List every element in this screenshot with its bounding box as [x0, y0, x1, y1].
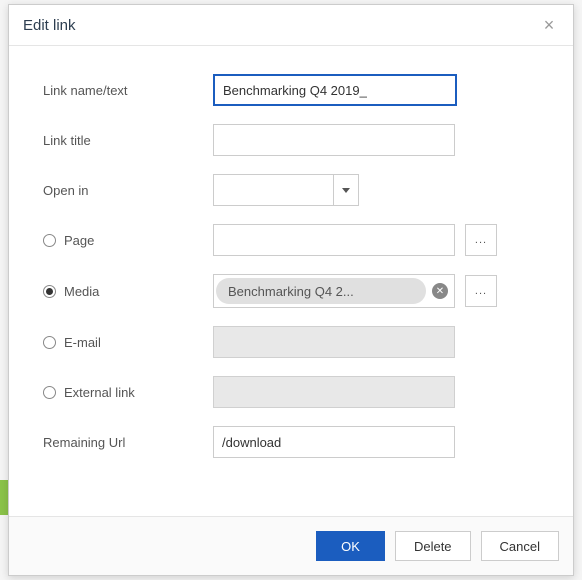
media-input[interactable]: Benchmarking Q4 2... ✕ [213, 274, 455, 308]
open-in-input[interactable] [213, 174, 333, 206]
link-name-input[interactable] [213, 74, 457, 106]
open-in-dropdown[interactable] [213, 174, 359, 206]
radio-media[interactable] [43, 285, 56, 298]
row-email: E-mail [43, 326, 539, 358]
label-link-title: Link title [43, 133, 213, 148]
clear-media-button[interactable]: ✕ [432, 283, 448, 299]
close-button[interactable]: × [539, 15, 559, 35]
ok-button[interactable]: OK [316, 531, 385, 561]
row-open-in: Open in [43, 174, 539, 206]
label-page: Page [64, 233, 94, 248]
dialog-header: Edit link × [9, 5, 573, 46]
chevron-down-icon [342, 188, 350, 193]
radio-email[interactable] [43, 336, 56, 349]
row-page: Page ... [43, 224, 539, 256]
row-external: External link [43, 376, 539, 408]
delete-button[interactable]: Delete [395, 531, 471, 561]
browse-media-button[interactable]: ... [465, 275, 497, 307]
label-media: Media [64, 284, 99, 299]
email-input [213, 326, 455, 358]
open-in-toggle[interactable] [333, 174, 359, 206]
external-input [213, 376, 455, 408]
row-remaining-url: Remaining Url [43, 426, 539, 458]
row-media: Media Benchmarking Q4 2... ✕ ... [43, 274, 539, 308]
row-link-title: Link title [43, 124, 539, 156]
radio-external[interactable] [43, 386, 56, 399]
label-external: External link [64, 385, 135, 400]
label-open-in: Open in [43, 183, 213, 198]
browse-page-button[interactable]: ... [465, 224, 497, 256]
page-input[interactable] [213, 224, 455, 256]
cancel-button[interactable]: Cancel [481, 531, 559, 561]
label-remaining-url: Remaining Url [43, 435, 213, 450]
backdrop-accent [0, 480, 8, 515]
dialog-body: Link name/text Link title Open in [9, 46, 573, 516]
media-chip: Benchmarking Q4 2... [216, 278, 426, 304]
remaining-url-input[interactable] [213, 426, 455, 458]
link-title-input[interactable] [213, 124, 455, 156]
edit-link-dialog: Edit link × Link name/text Link title Op… [8, 4, 574, 576]
radio-page[interactable] [43, 234, 56, 247]
label-email: E-mail [64, 335, 101, 350]
ellipsis-icon: ... [475, 285, 487, 297]
row-link-name: Link name/text [43, 74, 539, 106]
dialog-title: Edit link [23, 17, 76, 34]
x-icon: ✕ [436, 286, 444, 297]
label-link-name: Link name/text [43, 83, 213, 98]
ellipsis-icon: ... [475, 234, 487, 246]
dialog-footer: OK Delete Cancel [9, 516, 573, 575]
close-icon: × [544, 16, 555, 34]
